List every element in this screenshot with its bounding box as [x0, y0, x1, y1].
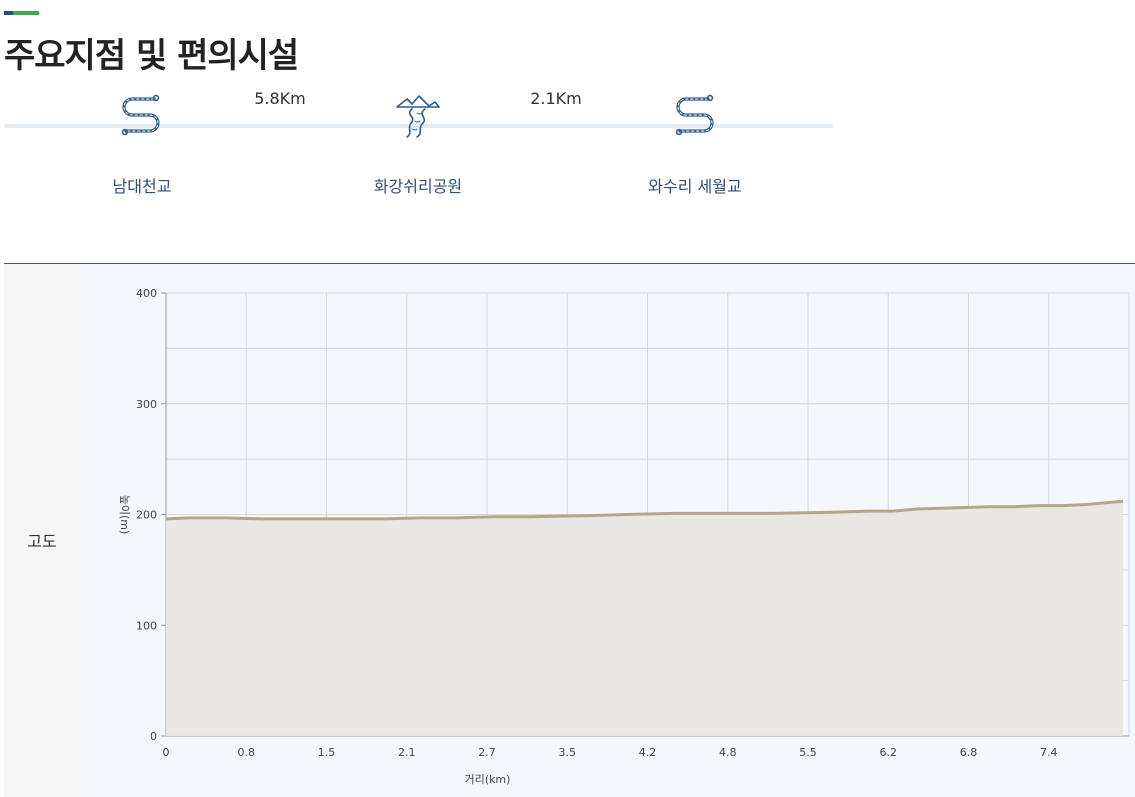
x-axis-label: 거리(km) — [465, 773, 511, 786]
x-tick-label: 2.1 — [398, 746, 416, 759]
accent-bar-blue — [4, 11, 13, 15]
x-tick-label: 2.7 — [478, 746, 496, 759]
x-tick-label: 6.8 — [960, 746, 978, 759]
section-accent-bar — [4, 11, 39, 15]
elevation-area — [166, 501, 1123, 736]
stop-label-2[interactable]: 화강쉬리공원 — [328, 173, 508, 197]
x-tick-label: 3.5 — [559, 746, 577, 759]
river-mountain-icon[interactable] — [395, 93, 441, 139]
elevation-section: 고도 0 0.8 1.5 2.1 2.7 3.5 4.2 4.8 5.5 6.2 6.8 7.4 0 10… — [4, 263, 1135, 797]
winding-road-icon[interactable] — [118, 93, 164, 139]
winding-road-icon[interactable] — [672, 93, 718, 139]
x-tick-label: 7.4 — [1040, 746, 1058, 759]
y-tick-label: 0 — [150, 730, 157, 743]
x-tick-label: 1.5 — [318, 746, 336, 759]
stop-label-1[interactable]: 남대천교 — [52, 173, 232, 197]
x-tick-label: 0.8 — [238, 746, 256, 759]
y-tick-label: 300 — [136, 398, 157, 411]
x-tick-label: 0 — [163, 746, 170, 759]
page-title: 주요지점 및 편의시설 — [4, 36, 299, 76]
y-tick-label: 200 — [136, 509, 157, 522]
x-tick-label: 4.8 — [719, 746, 737, 759]
segment-distance-1: 5.8Km — [254, 89, 306, 108]
x-tick-label: 5.5 — [799, 746, 817, 759]
x-tick-label: 4.2 — [639, 746, 657, 759]
y-tick-label: 400 — [136, 287, 157, 300]
y-axis-label: 높이(m) — [118, 495, 131, 535]
y-tick-label: 100 — [136, 619, 157, 632]
segment-distance-2: 2.1Km — [530, 89, 582, 108]
accent-bar-green — [13, 11, 39, 15]
elevation-chart: 0 0.8 1.5 2.1 2.7 3.5 4.2 4.8 5.5 6.2 6.8 7.4 0 100 20… — [118, 287, 1130, 786]
stop-label-3[interactable]: 와수리 세월교 — [605, 173, 785, 197]
x-tick-label: 6.2 — [880, 746, 898, 759]
